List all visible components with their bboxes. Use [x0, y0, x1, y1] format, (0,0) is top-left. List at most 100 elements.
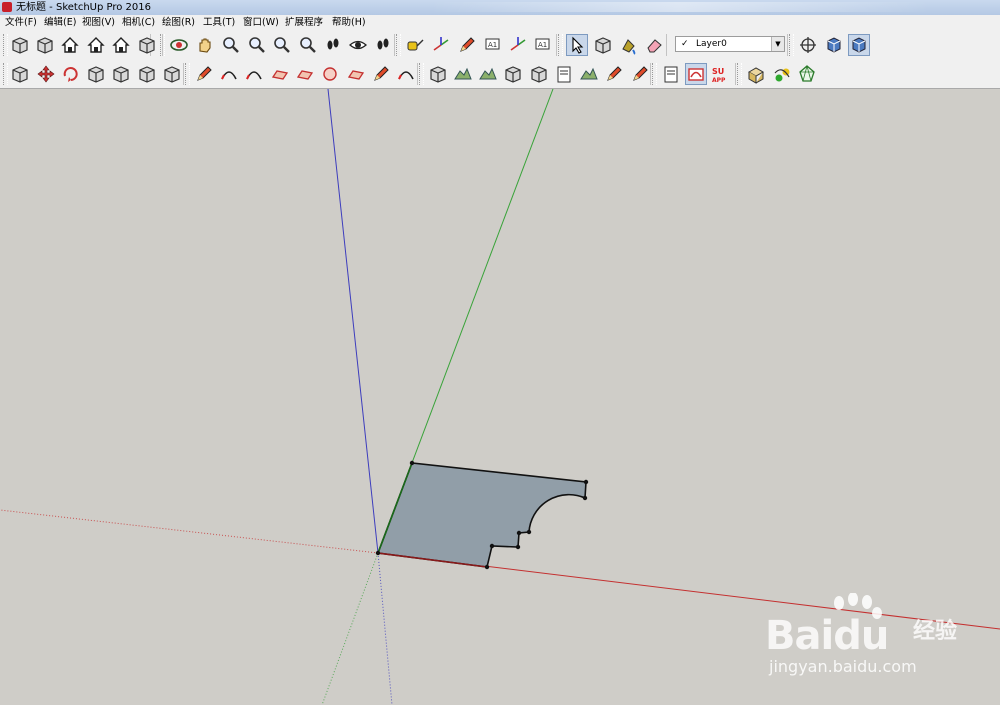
sandbox-button[interactable]	[427, 63, 449, 85]
layer-check-mark: ✓	[681, 39, 689, 49]
toolbar-separator	[556, 34, 557, 56]
chevron-down-icon[interactable]: ▼	[771, 37, 784, 51]
pan-button[interactable]	[194, 34, 216, 56]
previous-view-button[interactable]	[297, 34, 319, 56]
add-detail-button[interactable]	[528, 63, 550, 85]
polygon-button[interactable]	[345, 63, 367, 85]
zoom-extents-button[interactable]	[271, 34, 293, 56]
line-button[interactable]	[193, 63, 215, 85]
menu-extensions[interactable]: 扩展程序	[285, 15, 323, 31]
position-camera-button[interactable]	[322, 34, 344, 56]
layer-manager-button[interactable]	[797, 34, 819, 56]
line-icon	[197, 66, 212, 81]
toolbar-grip[interactable]	[396, 34, 401, 56]
sandbox-icon	[430, 66, 446, 83]
rotated-rectangle-button[interactable]	[294, 63, 316, 85]
menu-edit[interactable]: 编辑(E)	[44, 15, 76, 31]
extension-warehouse-icon	[688, 68, 704, 81]
rotate-button[interactable]	[60, 63, 82, 85]
toolbar-grip[interactable]	[789, 34, 794, 56]
select-button[interactable]	[566, 34, 588, 56]
eraser-button[interactable]	[643, 34, 665, 56]
menu-camera[interactable]: 相机(C)	[122, 15, 155, 31]
make-component-button[interactable]	[592, 34, 614, 56]
model-info-button[interactable]	[629, 63, 651, 85]
rotate-icon	[63, 67, 78, 82]
paint-bucket-button[interactable]	[617, 34, 639, 56]
iso-view-button[interactable]	[9, 34, 31, 56]
zoom-button[interactable]	[220, 34, 242, 56]
3d-warehouse-button[interactable]	[660, 63, 682, 85]
push-pull-button[interactable]	[9, 63, 31, 85]
orbit-button[interactable]	[168, 34, 190, 56]
blue-axis-negative	[377, 552, 393, 705]
toolbar-grip[interactable]	[3, 63, 8, 85]
smoove-button[interactable]	[578, 63, 600, 85]
look-around-button[interactable]	[347, 34, 369, 56]
menu-help[interactable]: 帮助(H)	[332, 15, 366, 31]
tag-tool-button[interactable]	[771, 63, 793, 85]
contour-button[interactable]	[452, 63, 474, 85]
su-app-button[interactable]: SU APP	[710, 63, 732, 85]
arc-button[interactable]	[218, 63, 240, 85]
outer-shell-button[interactable]	[161, 63, 183, 85]
polygon-icon	[347, 70, 365, 80]
circle-button[interactable]	[319, 63, 341, 85]
menu-view[interactable]: 视图(V)	[82, 15, 115, 31]
3d-text-button[interactable]: A1	[532, 34, 554, 56]
geo-location-button[interactable]	[796, 63, 818, 85]
menu-draw[interactable]: 绘图(R)	[162, 15, 195, 31]
watermark-url: jingyan.baidu.com	[769, 657, 917, 676]
section-display-button[interactable]	[848, 34, 870, 56]
toolbar-grip[interactable]	[737, 63, 742, 85]
offset-button[interactable]	[136, 63, 158, 85]
scale-button[interactable]	[110, 63, 132, 85]
toolbar-grip[interactable]	[652, 63, 657, 85]
move-button[interactable]	[35, 63, 57, 85]
flip-edge-button[interactable]	[553, 63, 575, 85]
front-view-button[interactable]	[59, 34, 81, 56]
svg-text:SU: SU	[712, 67, 724, 76]
freehand-button[interactable]	[370, 63, 392, 85]
solid-tools-button[interactable]	[745, 63, 767, 85]
two-point-arc-button[interactable]	[395, 63, 417, 85]
walk-button[interactable]	[372, 34, 394, 56]
stamp-button[interactable]	[477, 63, 499, 85]
axes-button[interactable]	[507, 34, 529, 56]
walk-icon	[377, 38, 389, 50]
text-button[interactable]: A1	[482, 34, 504, 56]
contour-icon	[454, 67, 472, 80]
section-display-icon	[852, 37, 866, 53]
menu-tools[interactable]: 工具(T)	[203, 15, 235, 31]
top-view-button[interactable]	[85, 34, 107, 56]
zoom-window-button[interactable]	[246, 34, 268, 56]
geo-location-icon	[799, 65, 815, 82]
pan-icon	[199, 38, 211, 53]
from-scratch-button[interactable]	[603, 63, 625, 85]
scale-icon	[113, 66, 129, 83]
extension-warehouse-button[interactable]	[685, 63, 707, 85]
rectangle-button[interactable]	[269, 63, 291, 85]
protractor-icon	[460, 37, 475, 52]
profile-face[interactable]	[376, 462, 587, 568]
toolbar-grip[interactable]	[558, 34, 563, 56]
layer-dropdown[interactable]: ✓ Layer0 ▼	[675, 36, 785, 52]
protractor-button[interactable]	[456, 34, 478, 56]
follow-me-button[interactable]	[85, 63, 107, 85]
drape-button[interactable]	[502, 63, 524, 85]
back-view-button[interactable]	[110, 34, 132, 56]
solid-tools-icon	[747, 67, 765, 84]
pie-button[interactable]	[243, 63, 265, 85]
left-view-button[interactable]	[136, 34, 158, 56]
right-view-button[interactable]	[34, 34, 56, 56]
toolbar-grip[interactable]	[3, 34, 8, 56]
tape-measure-button[interactable]	[404, 34, 426, 56]
menu-file[interactable]: 文件(F)	[5, 15, 37, 31]
menu-window[interactable]: 窗口(W)	[243, 15, 279, 31]
toolbar-grip[interactable]	[185, 63, 190, 85]
toolbar-grip[interactable]	[419, 63, 424, 85]
section-plane-button[interactable]	[823, 34, 845, 56]
text-icon: A1	[485, 38, 500, 50]
dimension-button[interactable]	[430, 34, 452, 56]
layer-name: Layer0	[696, 39, 727, 49]
